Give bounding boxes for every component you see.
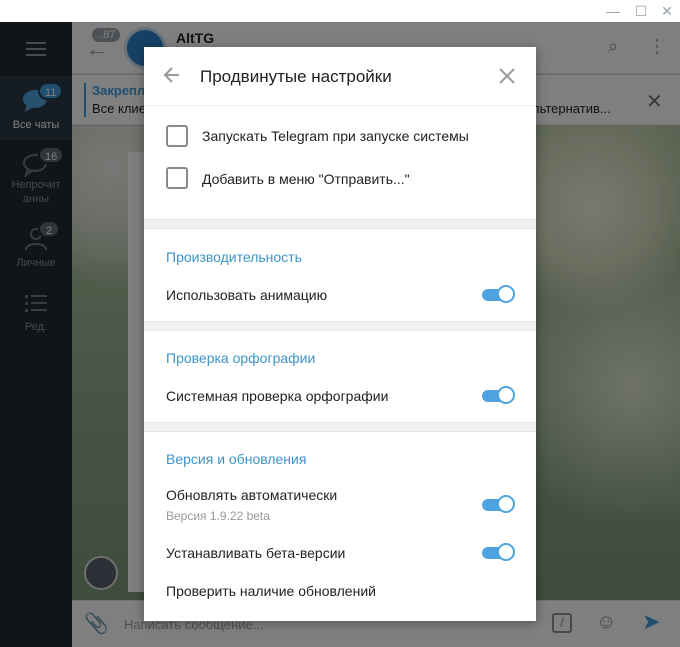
- sendto-checkbox[interactable]: [166, 167, 188, 189]
- autostart-label: Запускать Telegram при запуске системы: [202, 128, 469, 144]
- animation-toggle[interactable]: [482, 285, 515, 303]
- window-titlebar: — ☐ ✕: [0, 0, 680, 22]
- back-arrow-icon[interactable]: [162, 65, 182, 85]
- close-icon[interactable]: [498, 67, 516, 85]
- setting-row-animation[interactable]: Использовать анимацию: [144, 283, 536, 307]
- close-window-icon[interactable]: ✕: [658, 2, 676, 20]
- section-title-performance: Производительность: [166, 249, 302, 265]
- section-title-updates: Версия и обновления: [166, 451, 307, 467]
- beta-label: Устанавливать бета-версии: [166, 545, 346, 561]
- toggle-knob: [497, 495, 515, 513]
- check-updates-row[interactable]: Проверить наличие обновлений: [144, 579, 536, 603]
- auto-update-toggle[interactable]: [482, 495, 515, 513]
- maximize-icon[interactable]: ☐: [632, 2, 650, 20]
- toggle-knob: [497, 285, 515, 303]
- autostart-checkbox[interactable]: [166, 125, 188, 147]
- spellcheck-label: Системная проверка орфографии: [166, 388, 389, 404]
- section-divider: [144, 321, 536, 331]
- sendto-label: Добавить в меню "Отправить...": [202, 171, 410, 187]
- checkbox-row-sendto[interactable]: Добавить в меню "Отправить...": [144, 167, 536, 191]
- animation-label: Использовать анимацию: [166, 287, 328, 303]
- setting-row-auto-update[interactable]: Обновлять автоматически Версия 1.9.22 be…: [144, 485, 536, 525]
- toggle-knob: [497, 386, 515, 404]
- beta-toggle[interactable]: [482, 543, 515, 561]
- dialog-header: Продвинутые настройки: [144, 47, 536, 106]
- section-divider: [144, 422, 536, 432]
- app-window: — ☐ ✕ 11 Все чаты 16 Непрочит анны 2 Лич…: [0, 0, 680, 647]
- section-divider: [144, 219, 536, 229]
- toggle-knob: [497, 543, 515, 561]
- spellcheck-toggle[interactable]: [482, 386, 515, 404]
- setting-row-beta[interactable]: Устанавливать бета-версии: [144, 541, 536, 565]
- minimize-icon[interactable]: —: [604, 2, 622, 20]
- auto-update-label: Обновлять автоматически: [166, 487, 338, 503]
- advanced-settings-dialog: Продвинутые настройки Запускать Telegram…: [144, 47, 536, 621]
- version-text: Версия 1.9.22 beta: [166, 509, 270, 523]
- section-title-spellcheck: Проверка орфографии: [166, 350, 316, 366]
- setting-row-spellcheck[interactable]: Системная проверка орфографии: [144, 384, 536, 408]
- check-updates-button[interactable]: Проверить наличие обновлений: [166, 583, 376, 599]
- dialog-title: Продвинутые настройки: [200, 67, 392, 86]
- checkbox-row-autostart[interactable]: Запускать Telegram при запуске системы: [144, 125, 536, 149]
